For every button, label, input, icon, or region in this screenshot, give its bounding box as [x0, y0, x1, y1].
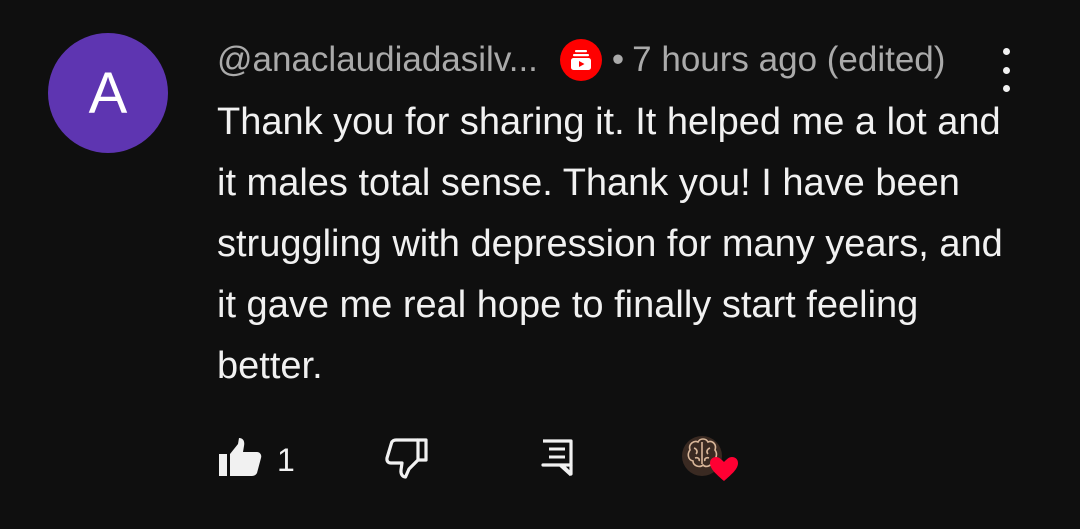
- youtube-member-badge-icon: [559, 39, 602, 81]
- reply-comment-icon: [540, 438, 574, 483]
- dislike-button[interactable]: [383, 434, 429, 486]
- thumbs-up-icon: [217, 436, 263, 485]
- creator-heart-button[interactable]: [680, 434, 742, 486]
- username-link[interactable]: @anaclaudiadasilv...: [217, 40, 538, 80]
- comment-header: @anaclaudiadasilv... • 7 hours ago (edit…: [217, 34, 945, 86]
- comment-timestamp[interactable]: 7 hours ago (edited): [632, 40, 945, 80]
- reply-button[interactable]: [540, 434, 574, 486]
- comment-text: Thank you for sharing it. It helped me a…: [217, 101, 1003, 387]
- comment-action-bar: 1: [217, 434, 777, 486]
- avatar-letter: A: [88, 60, 128, 126]
- comment-thread-item: A @anaclaudiadasilv... • 7 hours ago (ed…: [0, 0, 1080, 529]
- more-options-icon[interactable]: [992, 48, 1020, 92]
- meta-separator: •: [611, 40, 625, 79]
- menu-dot: [1002, 48, 1010, 55]
- thumbs-down-icon: [383, 436, 429, 485]
- menu-dot: [1002, 85, 1010, 92]
- like-button[interactable]: 1: [217, 434, 295, 486]
- menu-dot: [1002, 66, 1010, 74]
- avatar[interactable]: A: [48, 33, 168, 153]
- creator-heart-icon: [680, 432, 742, 489]
- like-count: 1: [277, 441, 295, 478]
